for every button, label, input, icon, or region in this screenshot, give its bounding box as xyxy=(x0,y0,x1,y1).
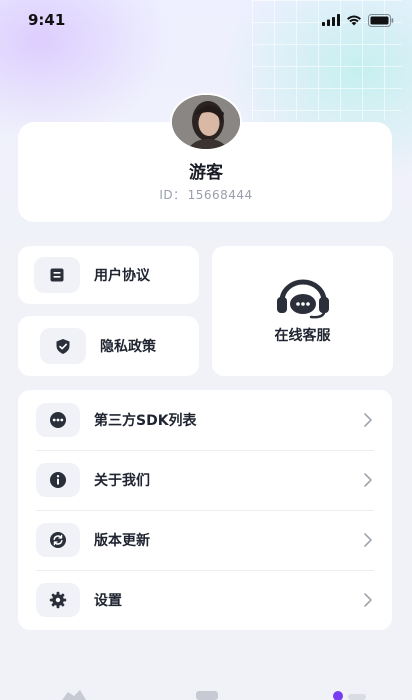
info-icon xyxy=(50,472,66,488)
user-agreement-icon-box xyxy=(34,257,80,293)
privacy-policy-icon-box xyxy=(40,328,86,364)
menu-label: 关于我们 xyxy=(94,473,150,489)
menu-item-version-update[interactable]: 版本更新 xyxy=(18,510,392,570)
online-service-card[interactable]: 在线客服 xyxy=(212,246,393,376)
menu-icon-box xyxy=(36,583,80,617)
battery-icon xyxy=(368,13,394,27)
chevron-right-icon xyxy=(364,473,372,487)
chevron-right-icon xyxy=(364,533,372,547)
avatar[interactable] xyxy=(170,93,242,151)
menu-icon-box xyxy=(36,403,80,437)
tab-discover-icon[interactable] xyxy=(194,690,220,700)
menu-item-settings[interactable]: 设置 xyxy=(18,570,392,630)
document-icon xyxy=(50,268,64,282)
signal-icon xyxy=(322,14,340,26)
menu-label: 设置 xyxy=(94,593,122,609)
menu-label: 版本更新 xyxy=(94,533,150,549)
gear-icon xyxy=(49,591,67,609)
user-agreement-card[interactable]: 用户协议 xyxy=(18,246,199,304)
shield-icon xyxy=(56,338,70,354)
menu-icon-box xyxy=(36,463,80,497)
more-dots-icon xyxy=(50,412,66,428)
user-agreement-label: 用户协议 xyxy=(94,268,150,284)
chevron-right-icon xyxy=(364,413,372,427)
menu-item-about-us[interactable]: 关于我们 xyxy=(18,450,392,510)
online-service-label: 在线客服 xyxy=(274,328,331,344)
menu-label: 第三方SDK列表 xyxy=(94,413,197,429)
privacy-policy-card[interactable]: 隐私政策 xyxy=(18,316,199,376)
wifi-icon xyxy=(347,15,361,26)
settings-menu: 第三方SDK列表 关于我们 版本更新 设置 xyxy=(18,390,392,630)
profile-name: 游客 xyxy=(189,163,223,183)
menu-icon-box xyxy=(36,523,80,557)
bottom-tab-bar xyxy=(0,676,412,700)
tab-profile-icon[interactable] xyxy=(330,690,370,700)
refresh-icon xyxy=(50,532,66,548)
status-bar: 9:41 xyxy=(0,0,412,40)
profile-id-value: 15668444 xyxy=(187,188,253,202)
chevron-right-icon xyxy=(364,593,372,607)
profile-id: ID： 15668444 xyxy=(0,186,412,203)
profile-id-label: ID： xyxy=(159,188,186,202)
status-icons xyxy=(322,13,394,27)
headset-icon xyxy=(276,279,329,319)
menu-item-third-party-sdk[interactable]: 第三方SDK列表 xyxy=(18,390,392,450)
privacy-policy-label: 隐私政策 xyxy=(100,339,156,355)
status-time: 9:41 xyxy=(28,11,66,29)
tab-home-icon[interactable] xyxy=(60,690,88,700)
